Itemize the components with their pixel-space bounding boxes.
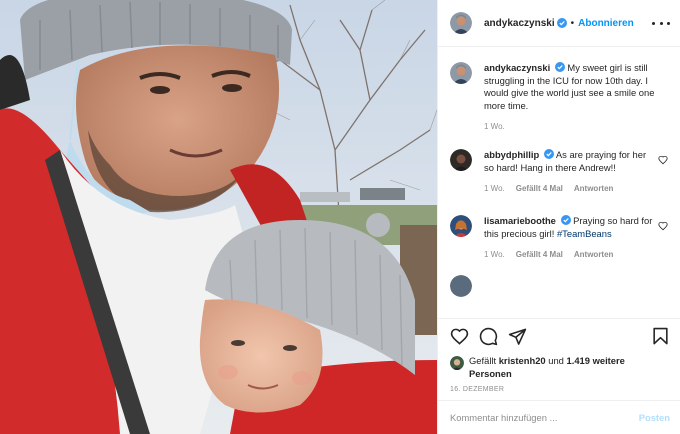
verified-badge-icon (556, 18, 567, 28)
hashtag-link[interactable]: #TeamBeans (557, 228, 612, 239)
post-side-panel: andykaczynski • Abonnieren andykaczynski… (437, 0, 680, 434)
comment-input[interactable] (450, 412, 639, 423)
caption-username[interactable]: andykaczynski (484, 62, 550, 73)
caption-age: 1 Wo. (484, 122, 505, 131)
comment-age: 1 Wo. (484, 250, 505, 259)
likes-conjunction: und (548, 355, 564, 366)
comment-composer: Posten (438, 400, 680, 434)
comment-likes[interactable]: Gefällt 4 Mal (516, 250, 563, 259)
comment-avatar[interactable] (450, 275, 472, 297)
comment-username[interactable]: abbydphillip (484, 149, 539, 160)
verified-badge-icon (554, 62, 565, 72)
comment-avatar[interactable] (450, 149, 472, 171)
bookmark-icon[interactable] (651, 327, 668, 346)
instagram-post-window: andykaczynski • Abonnieren andykaczynski… (0, 0, 680, 434)
liker-avatar[interactable] (450, 356, 464, 370)
comment-item: lisamarieboothe Praying so hard for this… (450, 215, 668, 259)
post-header: andykaczynski • Abonnieren (438, 0, 680, 47)
post-date[interactable]: 16. DEZEMBER (450, 386, 668, 393)
comment-username[interactable]: lisamarieboothe (484, 215, 556, 226)
comment-item-partial (450, 275, 668, 297)
photo-illustration (0, 0, 437, 434)
comment-age: 1 Wo. (484, 184, 505, 193)
reply-button[interactable]: Antworten (574, 250, 614, 259)
header-separator: • (570, 17, 575, 29)
caption: andykaczynski My sweet girl is still str… (450, 62, 668, 131)
post-photo[interactable] (0, 0, 437, 434)
comment-item: abbydphillip As are praying for her so h… (450, 149, 668, 193)
comment-like-heart-icon[interactable] (658, 155, 668, 165)
verified-badge-icon (560, 215, 571, 225)
comment-icon[interactable] (479, 327, 498, 346)
comment-likes[interactable]: Gefällt 4 Mal (516, 184, 563, 193)
comment-like-heart-icon[interactable] (658, 221, 668, 231)
author-avatar[interactable] (450, 12, 472, 34)
likes-prefix: Gefällt (469, 355, 497, 366)
post-actions: Gefällt kristenh20 und 1.419 weitere Per… (438, 318, 680, 393)
comments-list[interactable]: andykaczynski My sweet girl is still str… (438, 48, 680, 318)
verified-badge-icon (543, 149, 554, 159)
post-comment-button[interactable]: Posten (639, 412, 670, 423)
liker-username[interactable]: kristenh20 (499, 355, 546, 366)
comment-avatar[interactable] (450, 215, 472, 237)
caption-avatar[interactable] (450, 62, 472, 84)
more-options-icon[interactable] (652, 18, 670, 28)
reply-button[interactable]: Antworten (574, 184, 614, 193)
author-username[interactable]: andykaczynski (484, 18, 555, 29)
share-icon[interactable] (508, 327, 527, 346)
follow-button[interactable]: Abonnieren (578, 18, 634, 29)
likes-summary: Gefällt kristenh20 und 1.419 weitere Per… (450, 355, 668, 380)
heart-icon[interactable] (450, 327, 469, 346)
